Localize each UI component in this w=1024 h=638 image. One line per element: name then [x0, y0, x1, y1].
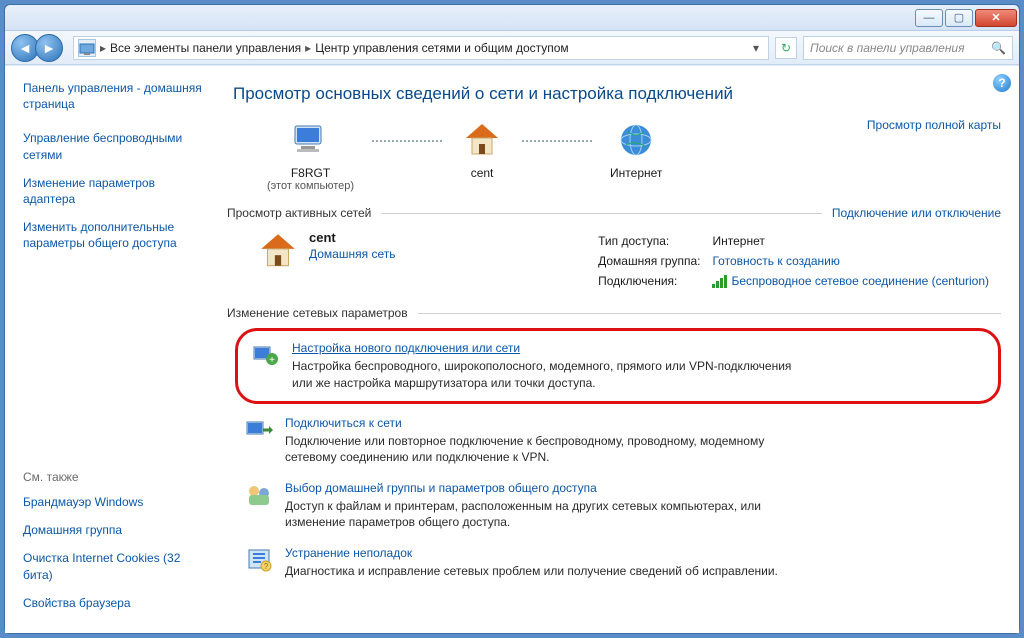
homegroup-status-link[interactable]: Готовность к созданию	[712, 254, 839, 268]
map-connector	[372, 140, 442, 142]
see-also-firewall[interactable]: Брандмауэр Windows	[23, 494, 203, 510]
see-also-homegroup[interactable]: Домашняя группа	[23, 522, 203, 538]
setting-title-link[interactable]: Подключиться к сети	[285, 416, 402, 430]
view-full-map-link[interactable]: Просмотр полной карты	[867, 118, 1001, 132]
nav-arrows: ◄ ►	[11, 34, 67, 62]
setting-title-link[interactable]: Устранение неполадок	[285, 546, 412, 560]
troubleshoot-icon: ?	[245, 546, 273, 574]
connection-link[interactable]: Беспроводное сетевое соединение (centuri…	[731, 274, 989, 288]
maximize-button[interactable]: ▢	[945, 9, 973, 27]
network-map-row: F8RGT (этот компьютер) cent	[227, 118, 1001, 192]
settings-list: + Настройка нового подключения или сети …	[235, 328, 1001, 587]
breadcrumb-root[interactable]: Все элементы панели управления	[110, 41, 301, 55]
see-also-browser[interactable]: Свойства браузера	[23, 595, 203, 611]
connect-disconnect-link[interactable]: Подключение или отключение	[832, 206, 1001, 220]
map-node-internet: Интернет	[610, 118, 662, 180]
navbar: ◄ ► ▸ Все элементы панели управления ▸ Ц…	[5, 31, 1019, 65]
close-button[interactable]: ✕	[975, 9, 1017, 27]
titlebar: — ▢ ✕	[5, 5, 1019, 31]
setting-homegroup[interactable]: Выбор домашней группы и параметров общег…	[235, 473, 1001, 538]
minimize-button[interactable]: —	[915, 9, 943, 27]
connect-network-icon	[245, 416, 273, 444]
window: — ▢ ✕ ◄ ► ▸ Все элементы панели управлен…	[4, 4, 1020, 634]
setting-new-connection[interactable]: + Настройка нового подключения или сети …	[235, 328, 1001, 403]
map-node-network: cent	[460, 118, 504, 180]
house-icon	[460, 118, 504, 162]
active-network-name: cent	[309, 230, 395, 245]
active-networks-header: Просмотр активных сетей Подключение или …	[227, 206, 1001, 220]
breadcrumb[interactable]: ▸ Все элементы панели управления ▸ Центр…	[73, 36, 769, 60]
chevron-icon: ▸	[305, 41, 311, 55]
breadcrumb-dropdown-icon[interactable]: ▾	[748, 41, 764, 55]
setting-title-link[interactable]: Настройка нового подключения или сети	[292, 341, 520, 355]
change-settings-header: Изменение сетевых параметров	[227, 306, 1001, 320]
control-panel-icon	[78, 39, 96, 57]
sidebar-item-adapter[interactable]: Изменение параметров адаптера	[23, 175, 203, 207]
search-placeholder: Поиск в панели управления	[810, 41, 965, 55]
sidebar-item-sharing[interactable]: Изменить дополнительные параметры общего…	[23, 219, 203, 251]
svg-text:+: +	[269, 355, 275, 366]
wifi-signal-icon	[712, 275, 727, 288]
refresh-button[interactable]: ↻	[775, 37, 797, 59]
forward-button[interactable]: ►	[35, 34, 63, 62]
page-title: Просмотр основных сведений о сети и наст…	[233, 84, 1001, 104]
sidebar: Панель управления - домашняя страница Уп…	[5, 66, 217, 633]
active-network-details: Тип доступа: Интернет Домашняя группа: Г…	[596, 230, 1001, 292]
globe-icon	[614, 118, 658, 162]
active-network-type-link[interactable]: Домашняя сеть	[309, 247, 395, 261]
sidebar-home-link[interactable]: Панель управления - домашняя страница	[23, 80, 203, 112]
see-also-heading: См. также	[23, 470, 203, 484]
computer-icon	[289, 118, 333, 162]
search-input[interactable]: Поиск в панели управления 🔍	[803, 36, 1013, 60]
map-connector	[522, 140, 592, 142]
main-panel: ? Просмотр основных сведений о сети и на…	[217, 66, 1019, 633]
setting-title-link[interactable]: Выбор домашней группы и параметров общег…	[285, 481, 597, 495]
map-node-this-pc: F8RGT (этот компьютер)	[267, 118, 354, 192]
content: Панель управления - домашняя страница Уп…	[5, 65, 1019, 633]
window-controls: — ▢ ✕	[915, 9, 1017, 27]
see-also-cookies[interactable]: Очистка Internet Cookies (32 бита)	[23, 550, 203, 582]
chevron-icon: ▸	[100, 41, 106, 55]
house-icon	[257, 230, 299, 272]
setting-troubleshoot[interactable]: ? Устранение неполадок Диагностика и исп…	[235, 538, 1001, 587]
svg-text:?: ?	[264, 562, 269, 571]
setting-connect-network[interactable]: Подключиться к сети Подключение или повт…	[235, 408, 1001, 473]
breadcrumb-current[interactable]: Центр управления сетями и общим доступом	[315, 41, 569, 55]
sidebar-item-wireless[interactable]: Управление беспроводными сетями	[23, 130, 203, 162]
new-connection-icon: +	[252, 341, 280, 369]
help-icon[interactable]: ?	[993, 74, 1011, 92]
homegroup-icon	[245, 481, 273, 509]
search-icon: 🔍	[991, 41, 1006, 55]
active-network: cent Домашняя сеть Тип доступа: Интернет…	[257, 230, 1001, 292]
network-map: F8RGT (этот компьютер) cent	[267, 118, 662, 192]
